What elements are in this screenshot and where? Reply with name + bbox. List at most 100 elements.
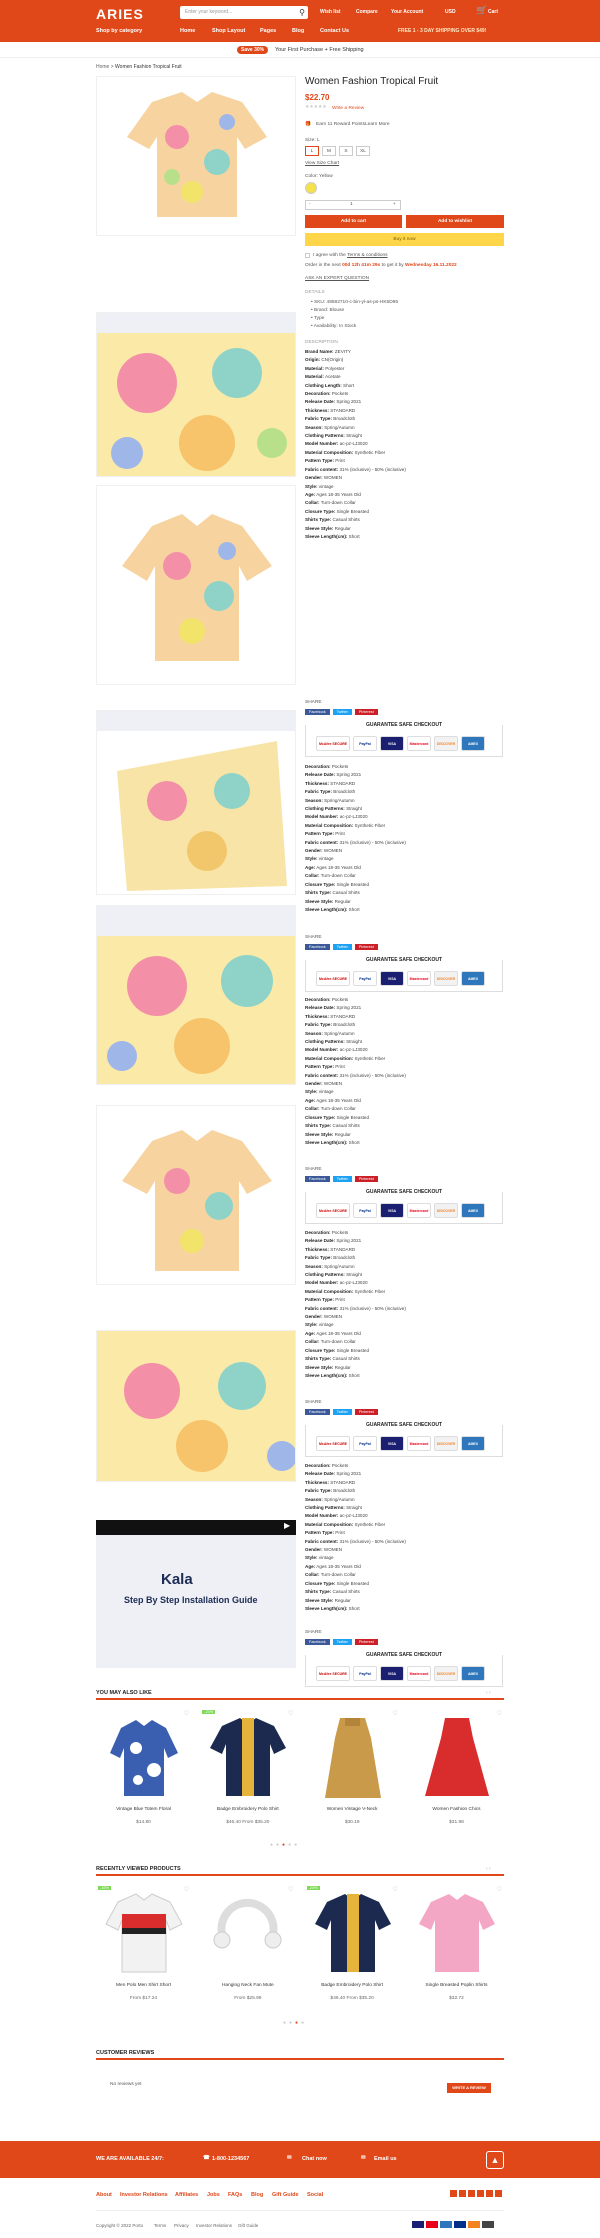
footer-link-about[interactable]: About	[96, 2192, 112, 2198]
bottom-link-privacy[interactable]: Privacy	[174, 2223, 189, 2228]
share-pinterest-button[interactable]: Pinterest	[354, 1176, 378, 1182]
share-twitter-button[interactable]: Twitter	[332, 1639, 352, 1645]
qty-plus-button[interactable]: +	[393, 202, 396, 207]
product-card-name[interactable]: Single Breasted Poplin Shirts	[409, 1983, 504, 1988]
cart-icon[interactable]: 🛒	[476, 5, 487, 16]
cart-link[interactable]: Cart	[488, 9, 498, 15]
currency-select[interactable]: USD	[445, 9, 456, 15]
terms-link[interactable]: Terms & conditions	[347, 253, 388, 258]
youtube-icon[interactable]	[495, 2190, 502, 2197]
wishlist-heart-icon[interactable]: ♡	[184, 1710, 189, 1717]
also-like-arrows[interactable]: ‹ ›	[486, 1690, 491, 1696]
share-twitter-button[interactable]: Twitter	[332, 1176, 352, 1182]
product-card[interactable]: -16% ♡ Men Polo Men Shirt Short From $17.24	[96, 1884, 191, 2001]
product-card-name[interactable]: Badge Embroidery Polo Shirt	[200, 1807, 295, 1812]
recently-arrows[interactable]: ‹ ›	[486, 1866, 491, 1872]
nav-contact[interactable]: Contact Us	[320, 28, 349, 34]
qty-input[interactable]: 1	[350, 202, 353, 207]
footer-link-jobs[interactable]: Jobs	[207, 2192, 220, 2198]
size-option-m[interactable]: M	[322, 146, 336, 156]
share-twitter-button[interactable]: Twitter	[332, 944, 352, 950]
wishlist-heart-icon[interactable]: ♡	[288, 1886, 293, 1893]
chat-link[interactable]: Chat now	[302, 2156, 327, 2162]
product-card-name[interactable]: Women Fashion Chics	[409, 1807, 504, 1812]
wishlist-heart-icon[interactable]: ♡	[497, 1886, 502, 1893]
twitter-icon[interactable]	[459, 2190, 466, 2197]
product-card-name[interactable]: Vintage Blue Totem Floral	[96, 1807, 191, 1812]
product-card-image[interactable]: -16% ♡	[96, 1884, 191, 1979]
footer-link-gift-guide[interactable]: Gift Guide	[272, 2192, 299, 2198]
share-pinterest-button[interactable]: Pinterest	[354, 1639, 378, 1645]
play-icon[interactable]: ▶	[284, 1521, 290, 1530]
email-link[interactable]: Email us	[374, 2156, 397, 2162]
nav-shop-layout[interactable]: Shop Layout	[212, 28, 245, 34]
breadcrumb-home[interactable]: Home	[96, 64, 109, 70]
footer-link-blog[interactable]: Blog	[251, 2192, 263, 2198]
size-option-s[interactable]: S	[339, 146, 353, 156]
wishlist-heart-icon[interactable]: ♡	[392, 1710, 397, 1717]
product-card-image[interactable]: -24% ♡	[200, 1708, 296, 1803]
video-panel[interactable]	[96, 1520, 296, 1668]
size-option-xl[interactable]: XL	[356, 146, 370, 156]
recently-dots[interactable]: ●●●●	[283, 2020, 307, 2026]
product-card[interactable]: ♡ Single Breasted Poplin Shirts $32.72	[408, 1884, 504, 2001]
product-card-name[interactable]: Women Vintage V-Neck	[305, 1807, 400, 1812]
share-facebook-button[interactable]: Facebook	[305, 1639, 330, 1645]
qty-minus-button[interactable]: -	[309, 202, 311, 207]
footer-link-affiliates[interactable]: Affiliates	[175, 2192, 198, 2198]
size-chart-link[interactable]: View Size Chart	[305, 161, 339, 166]
wishlist-heart-icon[interactable]: ♡	[497, 1710, 502, 1717]
add-to-cart-button[interactable]: Add to cart	[305, 215, 402, 228]
product-image-4[interactable]	[96, 710, 296, 895]
product-card-image[interactable]: ♡	[408, 1708, 504, 1803]
color-swatch-yellow[interactable]	[305, 182, 317, 194]
footer-link-social[interactable]: Social	[307, 2192, 323, 2198]
share-facebook-button[interactable]: Facebook	[305, 709, 330, 715]
product-card-image[interactable]: ♡	[408, 1884, 504, 1979]
tiktok-icon[interactable]	[486, 2190, 493, 2197]
search-input[interactable]: Enter your keyword...	[180, 6, 308, 19]
shop-by-category[interactable]: Shop by category	[96, 28, 142, 34]
product-image-3[interactable]	[96, 485, 296, 685]
product-card-name[interactable]: Hanging Neck Fan Mute	[200, 1983, 295, 1988]
share-facebook-button[interactable]: Facebook	[305, 1176, 330, 1182]
phone-link[interactable]: 1-800-1234567	[212, 2156, 249, 2162]
buy-now-button[interactable]: Buy it now	[305, 233, 504, 246]
product-card[interactable]: -24% ♡ Badge Embroidery Polo Shirt $46.40 F…	[304, 1884, 400, 2001]
share-facebook-button[interactable]: Facebook	[305, 944, 330, 950]
facebook-icon[interactable]	[450, 2190, 457, 2197]
site-logo[interactable]: ARIES	[96, 6, 144, 22]
wishlist-link[interactable]: Wish list	[320, 9, 341, 15]
wishlist-heart-icon[interactable]: ♡	[288, 1710, 293, 1717]
nav-home[interactable]: Home	[180, 28, 195, 34]
wishlist-heart-icon[interactable]: ♡	[392, 1886, 397, 1893]
nav-blog[interactable]: Blog	[292, 28, 304, 34]
learn-more-link[interactable]: Learn More	[365, 122, 390, 127]
product-image-2[interactable]	[96, 312, 296, 477]
search-icon[interactable]: ⚲	[296, 6, 308, 19]
product-card-image[interactable]: -24% ♡	[304, 1884, 400, 1979]
product-card-image[interactable]: ♡	[200, 1884, 296, 1979]
also-like-dots[interactable]: ●●●●●	[270, 1842, 300, 1848]
product-card[interactable]: ♡ Women Vintage V-Neck $30.19	[304, 1708, 400, 1825]
share-twitter-button[interactable]: Twitter	[332, 709, 352, 715]
size-option-l[interactable]: L	[305, 146, 319, 156]
bottom-link-terms[interactable]: Terms	[154, 2223, 166, 2228]
product-image-1[interactable]	[96, 76, 296, 236]
wishlist-heart-icon[interactable]: ♡	[184, 1886, 189, 1893]
product-card-image[interactable]: ♡	[96, 1708, 191, 1803]
product-image-5[interactable]	[96, 905, 296, 1085]
product-image-7[interactable]	[96, 1330, 296, 1482]
product-card[interactable]: ♡ Hanging Neck Fan Mute From $25.99	[200, 1884, 296, 2001]
share-pinterest-button[interactable]: Pinterest	[354, 944, 378, 950]
ask-question-link[interactable]: ASK AN EXPERT QUESTION	[305, 276, 369, 281]
product-card-image[interactable]: ♡	[304, 1708, 400, 1803]
bottom-link-investor[interactable]: Investor Relations	[196, 2223, 232, 2228]
share-pinterest-button[interactable]: Pinterest	[354, 709, 378, 715]
write-review-button[interactable]: WRITE A REVIEW	[447, 2083, 491, 2093]
scroll-top-button[interactable]: ▲	[486, 2151, 504, 2169]
product-card[interactable]: ♡ Women Fashion Chics $31.98	[408, 1708, 504, 1825]
share-pinterest-button[interactable]: Pinterest	[354, 1409, 378, 1415]
instagram-icon[interactable]	[468, 2190, 475, 2197]
add-to-wishlist-button[interactable]: Add to wishlist	[406, 215, 504, 228]
